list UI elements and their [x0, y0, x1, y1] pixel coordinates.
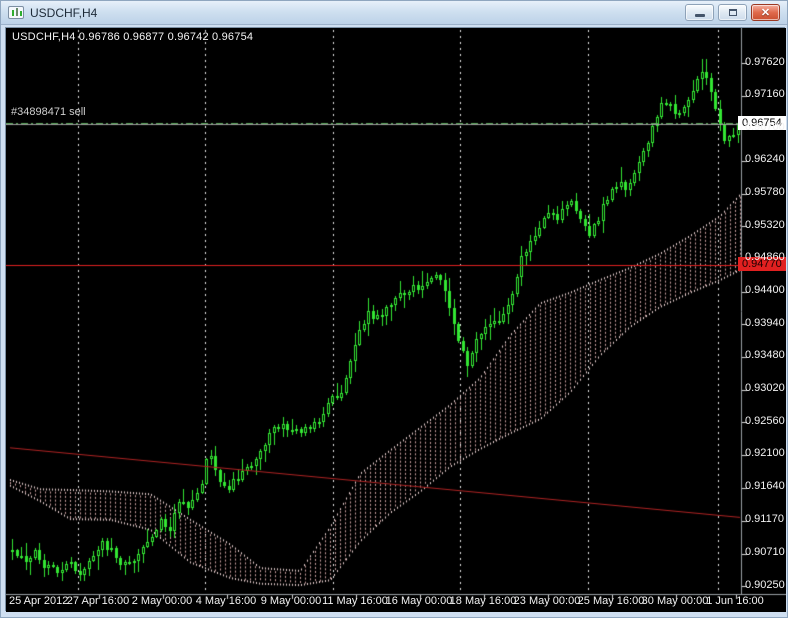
price-tick-label: 0.95780	[745, 186, 785, 199]
chart-icon[interactable]	[8, 6, 24, 19]
minimize-icon	[695, 14, 705, 17]
time-axis-label: 1 Jun 16:00	[706, 595, 764, 607]
price-tick-label: 0.93940	[745, 317, 785, 330]
price-tick-label: 0.91640	[745, 480, 785, 493]
chart-area	[5, 27, 785, 611]
minimize-button[interactable]	[685, 4, 714, 21]
ohlc-header: USDCHF,H4 0.96786 0.96877 0.96742 0.9675…	[12, 31, 253, 43]
price-tick-label: 0.91170	[745, 513, 784, 526]
window-title: USDCHF,H4	[30, 6, 685, 20]
price-tick-label: 0.92560	[745, 415, 785, 428]
time-axis-label: 18 May 16:00	[450, 595, 517, 607]
price-tick-label: 0.96700	[745, 121, 785, 134]
titlebar[interactable]: USDCHF,H4 ✕	[1, 1, 787, 25]
price-tick-label: 0.94860	[745, 251, 785, 264]
price-tick-label: 0.94400	[745, 284, 785, 297]
price-tick-label: 0.93020	[745, 382, 785, 395]
candlestick-chart-canvas[interactable]	[6, 28, 786, 612]
time-axis-label: 25 May 16:00	[578, 595, 645, 607]
restore-button[interactable]	[718, 4, 747, 21]
chart-window: USDCHF,H4 ✕ USDCHF,H4 0.96786 0.96877 0.…	[0, 0, 788, 618]
price-tick-label: 0.96240	[745, 153, 785, 166]
price-tick-label: 0.97160	[745, 88, 785, 101]
time-axis-label: 27 Apr 16:00	[67, 595, 129, 607]
price-tick-label: 0.97620	[745, 56, 785, 69]
price-tick-label: 0.92100	[745, 447, 785, 460]
time-axis-label: 2 May 00:00	[132, 595, 193, 607]
time-axis-label: 9 May 00:00	[261, 595, 322, 607]
restore-icon	[729, 9, 737, 16]
close-icon: ✕	[752, 6, 779, 21]
price-tick-label: 0.90250	[745, 579, 785, 592]
time-axis-label: 23 May 00:00	[514, 595, 581, 607]
price-tick-label: 0.93480	[745, 349, 785, 362]
time-axis-label: 16 May 00:00	[386, 595, 453, 607]
price-tick-label: 0.90710	[745, 546, 785, 559]
price-tick-label: 0.95320	[745, 219, 785, 232]
time-axis-label: 25 Apr 2012	[9, 595, 68, 607]
sell-order-label[interactable]: #34898471 sell	[11, 106, 86, 118]
time-axis-label: 4 May 16:00	[196, 595, 257, 607]
close-button[interactable]: ✕	[751, 4, 780, 21]
time-axis-label: 30 May 00:00	[642, 595, 709, 607]
time-axis-label: 11 May 16:00	[322, 595, 388, 607]
